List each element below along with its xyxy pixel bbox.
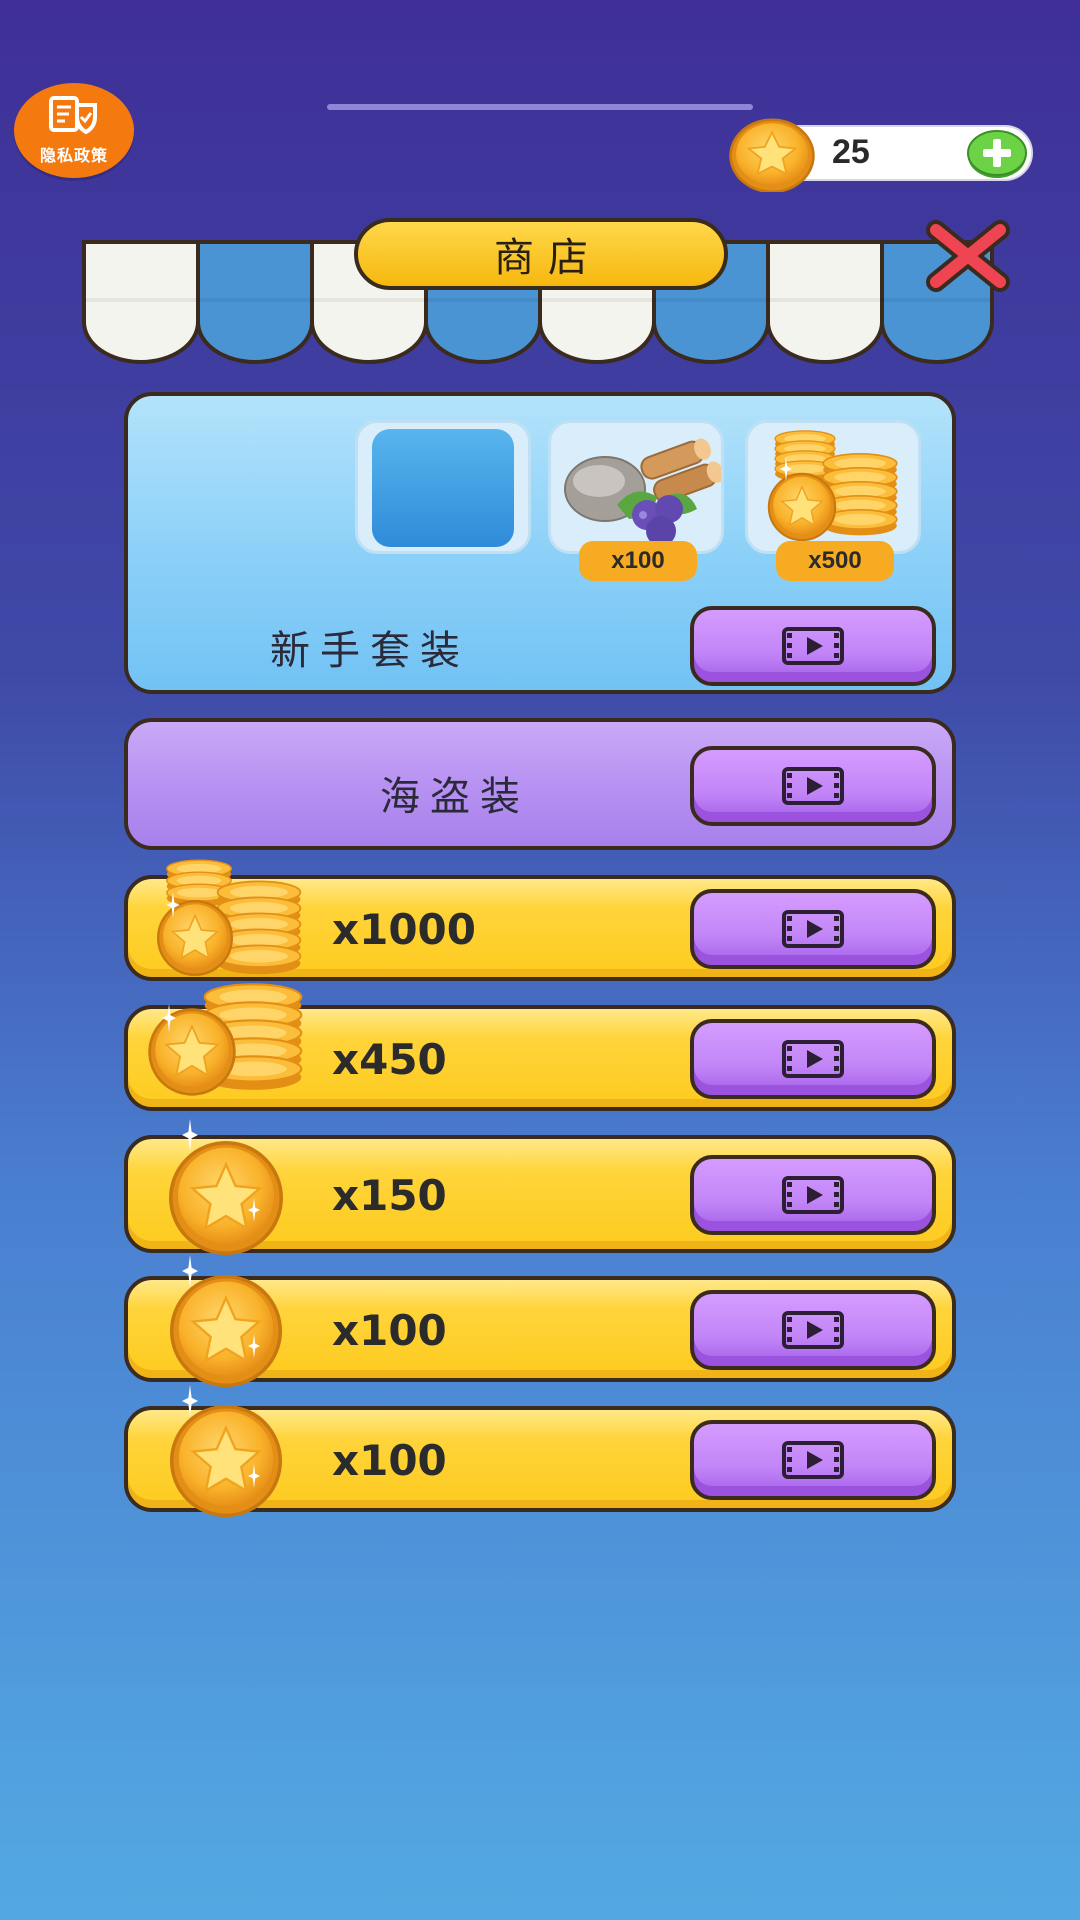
- close-x-icon[interactable]: [922, 218, 1014, 294]
- coin-single-icon: [168, 1119, 284, 1256]
- coin-offer-watch-ad-button[interactable]: [690, 1019, 936, 1099]
- starter-pack-card: x100 x500 新手套装: [124, 392, 956, 694]
- coins-qty: x500: [808, 547, 862, 574]
- coin-offer-amount: x100: [332, 1436, 447, 1485]
- shop-title: 商店: [494, 235, 602, 281]
- resources-qty-badge: x100: [579, 541, 697, 581]
- pirate-outfit-label: 海盗装: [380, 774, 530, 820]
- video-play-icon: [781, 909, 845, 949]
- resources-bundle-icon: [564, 438, 721, 545]
- coin-single-icon: [169, 1385, 283, 1518]
- coin-offer-amount: x450: [332, 1035, 447, 1084]
- shop-title-plate: 商店: [354, 218, 728, 290]
- video-play-icon: [781, 1310, 845, 1350]
- starter-item-coins: x500: [745, 420, 921, 581]
- starter-pack-label: 新手套装: [270, 628, 470, 674]
- coin-offer-watch-ad-button[interactable]: [690, 1155, 936, 1235]
- pirate-character-icon: [186, 708, 318, 858]
- video-play-icon: [781, 626, 845, 666]
- pirate-character-icon: [388, 431, 500, 549]
- coin-offer-amount: x150: [332, 1171, 447, 1220]
- pirate-outfit-watch-ad-button[interactable]: [690, 746, 936, 826]
- add-currency-plus-icon[interactable]: [966, 129, 1028, 179]
- video-play-icon: [781, 1039, 845, 1079]
- starter-item-resources: x100: [548, 420, 724, 581]
- privacy-policy-label: 隐私政策: [39, 148, 108, 165]
- top-indicator-line: [327, 104, 753, 110]
- privacy-doc-shield-icon: [47, 95, 101, 140]
- video-play-icon: [781, 1175, 845, 1215]
- coin-offer-watch-ad-button[interactable]: [690, 1420, 936, 1500]
- coin-offer-amount: x1000: [332, 905, 476, 954]
- coin-stack-large-icon: [156, 859, 302, 977]
- resources-qty: x100: [611, 547, 665, 574]
- video-play-icon: [781, 1440, 845, 1480]
- coin-offer-watch-ad-button[interactable]: [690, 1290, 936, 1370]
- coin-offer-watch-ad-button[interactable]: [690, 889, 936, 969]
- starter-pack-watch-ad-button[interactable]: [690, 606, 936, 686]
- currency-amount: 25: [832, 133, 870, 171]
- privacy-policy-button[interactable]: 隐私政策: [14, 83, 134, 178]
- coin-star-icon: [729, 118, 815, 192]
- coin-stack-medium-icon: [148, 983, 303, 1096]
- coin-stack-icon: [767, 430, 898, 542]
- coin-offer-amount: x100: [332, 1306, 447, 1355]
- video-play-icon: [781, 766, 845, 806]
- starter-item-character: [355, 420, 531, 554]
- coins-qty-badge: x500: [776, 541, 894, 581]
